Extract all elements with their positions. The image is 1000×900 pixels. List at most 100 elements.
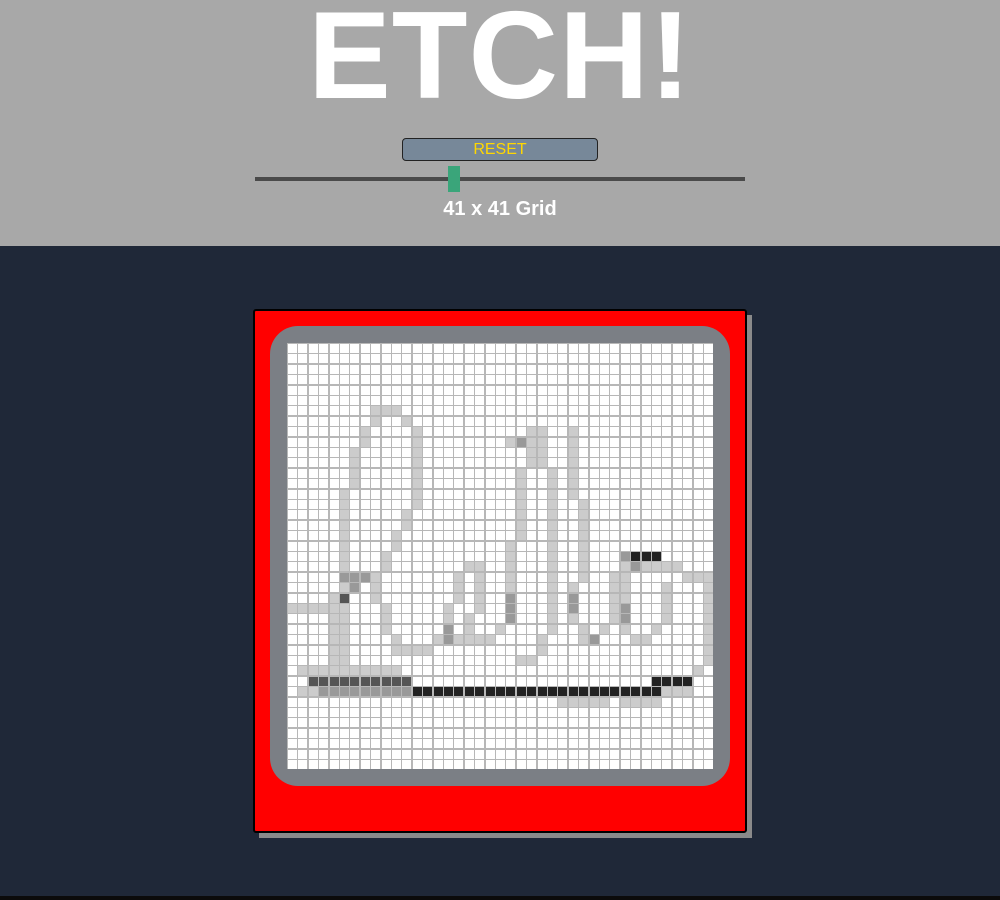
grid-cell[interactable] (683, 583, 692, 592)
grid-cell[interactable] (423, 354, 432, 363)
grid-cell[interactable] (610, 531, 619, 540)
grid-cell[interactable] (538, 417, 547, 426)
grid-cell[interactable] (434, 510, 443, 519)
grid-cell[interactable] (486, 750, 495, 759)
grid-cell[interactable] (392, 344, 401, 353)
grid-cell[interactable] (496, 677, 505, 686)
grid-cell[interactable] (350, 406, 359, 415)
grid-cell[interactable] (423, 542, 432, 551)
grid-cell[interactable] (350, 646, 359, 655)
grid-cell[interactable] (340, 521, 349, 530)
grid-cell[interactable] (361, 386, 370, 395)
grid-cell[interactable] (319, 354, 328, 363)
grid-cell[interactable] (486, 427, 495, 436)
grid-cell[interactable] (569, 677, 578, 686)
grid-cell[interactable] (610, 625, 619, 634)
grid-cell[interactable] (434, 500, 443, 509)
grid-cell[interactable] (382, 490, 391, 499)
grid-cell[interactable] (579, 479, 588, 488)
grid-cell[interactable] (486, 687, 495, 696)
grid-cell[interactable] (652, 417, 661, 426)
grid-cell[interactable] (590, 479, 599, 488)
grid-cell[interactable] (694, 375, 703, 384)
grid-cell[interactable] (506, 729, 515, 738)
grid-cell[interactable] (642, 354, 651, 363)
grid-cell[interactable] (652, 562, 661, 571)
grid-cell[interactable] (496, 614, 505, 623)
grid-cell[interactable] (527, 438, 536, 447)
grid-cell[interactable] (350, 666, 359, 675)
grid-cell[interactable] (662, 344, 671, 353)
grid-cell[interactable] (465, 677, 474, 686)
grid-cell[interactable] (590, 614, 599, 623)
grid-cell[interactable] (298, 479, 307, 488)
grid-cell[interactable] (382, 594, 391, 603)
grid-cell[interactable] (340, 562, 349, 571)
grid-cell[interactable] (413, 552, 422, 561)
grid-cell[interactable] (496, 760, 505, 769)
grid-cell[interactable] (579, 573, 588, 582)
grid-cell[interactable] (569, 635, 578, 644)
grid-cell[interactable] (402, 396, 411, 405)
grid-cell[interactable] (683, 729, 692, 738)
grid-cell[interactable] (413, 542, 422, 551)
grid-cell[interactable] (434, 708, 443, 717)
grid-cell[interactable] (392, 375, 401, 384)
grid-cell[interactable] (590, 760, 599, 769)
grid-cell[interactable] (621, 625, 630, 634)
grid-cell[interactable] (548, 625, 557, 634)
grid-cell[interactable] (454, 375, 463, 384)
grid-cell[interactable] (330, 479, 339, 488)
grid-cell[interactable] (319, 677, 328, 686)
grid-cell[interactable] (631, 750, 640, 759)
grid-cell[interactable] (475, 365, 484, 374)
grid-cell[interactable] (330, 521, 339, 530)
grid-cell[interactable] (631, 666, 640, 675)
grid-cell[interactable] (694, 448, 703, 457)
grid-cell[interactable] (392, 687, 401, 696)
grid-cell[interactable] (694, 396, 703, 405)
grid-cell[interactable] (600, 573, 609, 582)
grid-cell[interactable] (569, 739, 578, 748)
grid-cell[interactable] (496, 739, 505, 748)
grid-cell[interactable] (538, 552, 547, 561)
grid-cell[interactable] (402, 552, 411, 561)
grid-cell[interactable] (486, 344, 495, 353)
grid-cell[interactable] (298, 594, 307, 603)
grid-cell[interactable] (538, 479, 547, 488)
grid-cell[interactable] (569, 562, 578, 571)
grid-cell[interactable] (506, 542, 515, 551)
grid-cell[interactable] (517, 406, 526, 415)
grid-cell[interactable] (371, 396, 380, 405)
grid-cell[interactable] (402, 594, 411, 603)
grid-cell[interactable] (392, 542, 401, 551)
grid-cell[interactable] (704, 562, 713, 571)
grid-cell[interactable] (527, 760, 536, 769)
grid-cell[interactable] (423, 417, 432, 426)
grid-cell[interactable] (631, 552, 640, 561)
grid-cell[interactable] (694, 708, 703, 717)
grid-cell[interactable] (631, 521, 640, 530)
grid-cell[interactable] (673, 344, 682, 353)
grid-cell[interactable] (361, 677, 370, 686)
grid-cell[interactable] (548, 552, 557, 561)
grid-cell[interactable] (309, 646, 318, 655)
grid-cell[interactable] (558, 542, 567, 551)
grid-cell[interactable] (527, 542, 536, 551)
grid-cell[interactable] (423, 666, 432, 675)
grid-cell[interactable] (652, 760, 661, 769)
grid-cell[interactable] (382, 760, 391, 769)
grid-cell[interactable] (392, 625, 401, 634)
grid-cell[interactable] (330, 552, 339, 561)
grid-cell[interactable] (683, 406, 692, 415)
grid-cell[interactable] (319, 396, 328, 405)
grid-cell[interactable] (683, 625, 692, 634)
grid-cell[interactable] (538, 542, 547, 551)
grid-cell[interactable] (694, 718, 703, 727)
grid-cell[interactable] (486, 542, 495, 551)
grid-cell[interactable] (694, 500, 703, 509)
grid-cell[interactable] (548, 375, 557, 384)
grid-cell[interactable] (694, 677, 703, 686)
grid-cell[interactable] (496, 729, 505, 738)
grid-cell[interactable] (548, 614, 557, 623)
